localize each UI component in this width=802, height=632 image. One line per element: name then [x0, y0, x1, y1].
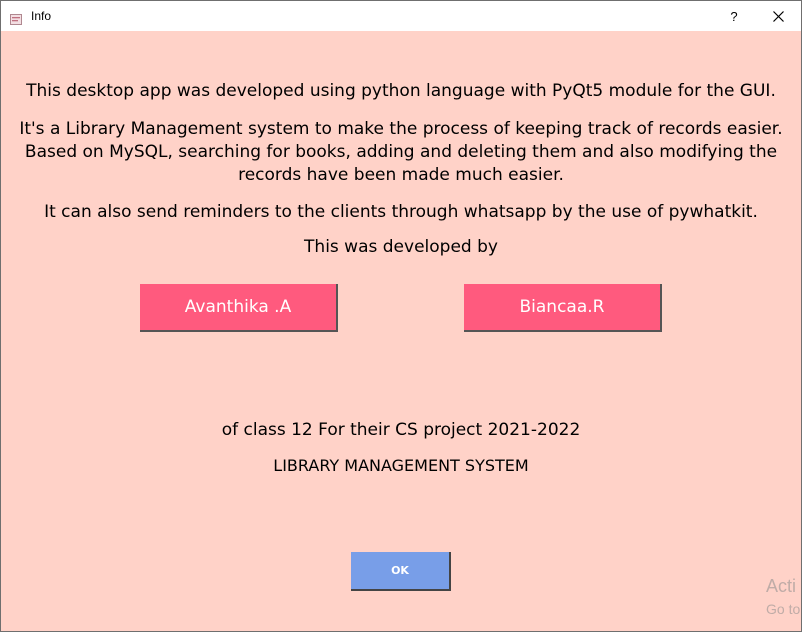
help-button[interactable]: ?: [719, 1, 749, 31]
title-bar: Info ?: [1, 1, 801, 31]
description-line-1: This desktop app was developed using pyt…: [26, 81, 776, 101]
description-line-3: It can also send reminders to the client…: [44, 202, 758, 222]
app-icon: [10, 10, 22, 25]
developed-by-label: This was developed by: [304, 237, 498, 257]
close-icon: [772, 10, 784, 22]
close-button[interactable]: [756, 1, 800, 31]
class-project-label: of class 12 For their CS project 2021-20…: [221, 420, 581, 440]
info-dialog: Info ? This desktop app was developed us…: [0, 0, 802, 632]
activation-watermark-subtitle: Go to: [766, 601, 801, 617]
ok-button[interactable]: OK: [351, 552, 451, 591]
activation-watermark-title: Acti: [766, 576, 797, 596]
system-name-label: LIBRARY MANAGEMENT SYSTEM: [273, 456, 529, 475]
description-paragraph: It's a Library Management system to make…: [19, 119, 783, 185]
window-title: Info: [31, 9, 52, 23]
developer-2-button[interactable]: Biancaa.R: [464, 284, 662, 332]
developer-1-button[interactable]: Avanthika .A: [140, 284, 338, 332]
